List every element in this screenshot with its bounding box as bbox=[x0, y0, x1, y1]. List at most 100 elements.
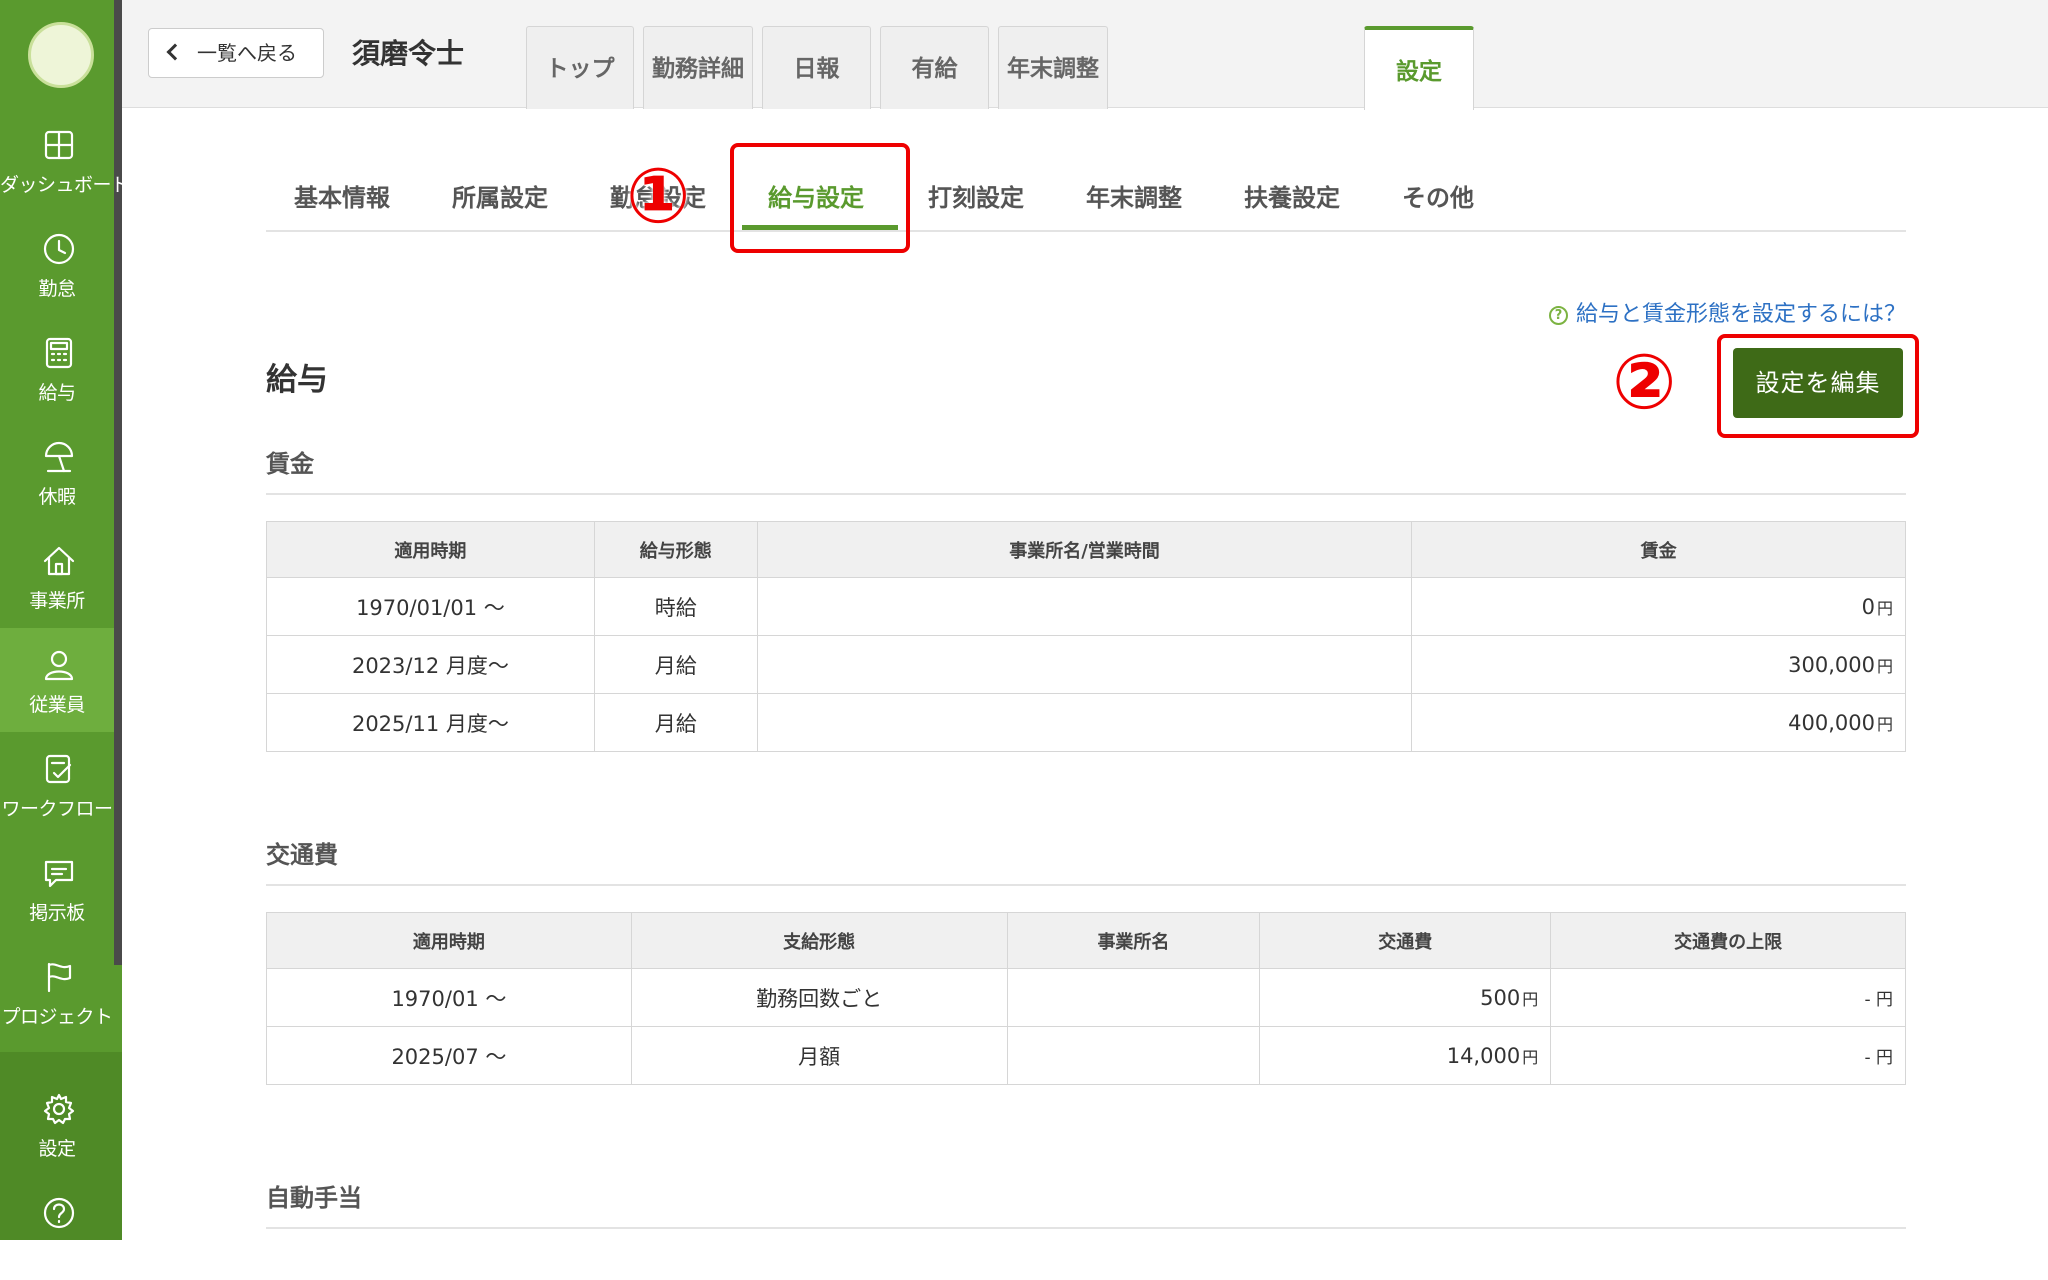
yen-unit: 円 bbox=[1876, 598, 1893, 618]
clock-icon bbox=[43, 233, 75, 265]
app-logo[interactable] bbox=[28, 22, 94, 88]
sidebar-item-label: 給与 bbox=[38, 382, 76, 404]
sidebar-item-label: 休暇 bbox=[38, 486, 76, 508]
page-heading: 給与 bbox=[266, 362, 328, 398]
table-row: 2023/12 月度〜 月給 300,000 円 bbox=[266, 635, 1906, 694]
tab-top[interactable]: トップ bbox=[526, 26, 634, 109]
cell-pay-type: 月給 bbox=[593, 693, 758, 752]
section-title-wage: 賃金 bbox=[266, 444, 1906, 495]
help-link[interactable]: ? 給与と賃金形態を設定するには？ bbox=[1548, 296, 1906, 328]
sidebar-item-employees[interactable]: 従業員 bbox=[0, 628, 114, 732]
edit-settings-button[interactable]: 設定を編集 bbox=[1733, 348, 1903, 418]
table-header-row: 適用時期 給与形態 事業所名/営業時間 賃金 bbox=[266, 521, 1906, 578]
subtab-affiliation[interactable]: 所属設定 bbox=[452, 178, 548, 213]
cell-commute-amount: 500 円 bbox=[1259, 968, 1552, 1027]
cell-wage: 300,000 円 bbox=[1411, 635, 1906, 694]
person-icon bbox=[44, 650, 74, 681]
settings-subtabs: 基本情報 所属設定 勤怠設定 給与設定 打刻設定 年末調整 扶養設定 その他 bbox=[266, 160, 1906, 232]
cell-commute-limit: - 円 bbox=[1550, 1026, 1906, 1085]
cell-wage: 400,000 円 bbox=[1411, 693, 1906, 752]
back-to-list-button[interactable]: 一覧へ戻る bbox=[148, 28, 324, 78]
tab-work-details[interactable]: 勤務詳細 bbox=[643, 26, 753, 109]
cell-office bbox=[1006, 1026, 1261, 1085]
sidebar-item-label: ダッシュボード bbox=[0, 174, 130, 196]
gear-icon bbox=[43, 1093, 75, 1125]
calculator-icon bbox=[45, 337, 73, 369]
cell-office bbox=[756, 635, 1413, 694]
cell-payment-type: 勤務回数ごと bbox=[630, 968, 1008, 1027]
tab-paid-leave[interactable]: 有給 bbox=[880, 26, 989, 109]
sidebar-item-payroll[interactable]: 給与 bbox=[0, 316, 114, 420]
section-title-commute: 交通費 bbox=[266, 835, 1906, 886]
sidebar: ダッシュボード 勤怠 給与 休暇 事業所 従業員 ワークフロー 掲示板 プロジェ… bbox=[0, 0, 130, 1264]
sidebar-item-settings[interactable]: 設定 bbox=[0, 1072, 114, 1176]
cell-office bbox=[1006, 968, 1261, 1027]
table-row: 1970/01/01 〜 時給 0円 bbox=[266, 577, 1906, 636]
wage-amount: 300,000 bbox=[1788, 652, 1875, 677]
cell-period: 1970/01 〜 bbox=[266, 968, 632, 1027]
table-header-row: 適用時期 支給形態 事業所名 交通費 交通費の上限 bbox=[266, 912, 1906, 969]
sidebar-item-label: 勤怠 bbox=[38, 278, 76, 300]
back-button-label: 一覧へ戻る bbox=[197, 41, 297, 65]
subtab-timecard[interactable]: 打刻設定 bbox=[928, 178, 1024, 213]
sidebar-item-office[interactable]: 事業所 bbox=[0, 524, 114, 628]
subtab-basic-info[interactable]: 基本情報 bbox=[294, 178, 390, 213]
sidebar-item-label: 事業所 bbox=[29, 590, 85, 612]
tab-year-end[interactable]: 年末調整 bbox=[998, 26, 1108, 109]
sidebar-item-help[interactable]: ヘルプ bbox=[0, 1176, 114, 1280]
column-header: 給与形態 bbox=[593, 521, 758, 578]
column-header: 事業所名/営業時間 bbox=[756, 521, 1413, 578]
home-icon bbox=[43, 546, 75, 576]
annotation-step-2: ② bbox=[1612, 337, 1677, 426]
yen-unit: 円 bbox=[1522, 989, 1539, 1009]
subtab-year-end[interactable]: 年末調整 bbox=[1086, 178, 1182, 213]
subtab-other[interactable]: その他 bbox=[1402, 178, 1474, 213]
sidebar-item-workflow[interactable]: ワークフロー bbox=[0, 732, 114, 836]
cell-period: 2025/07 〜 bbox=[266, 1026, 632, 1085]
cell-wage: 0円 bbox=[1411, 577, 1906, 636]
dashboard-icon bbox=[44, 130, 74, 160]
sidebar-item-dashboard[interactable]: ダッシュボード bbox=[0, 108, 130, 212]
table-row: 2025/07 〜 月額 14,000 円 - 円 bbox=[266, 1026, 1906, 1085]
cell-office bbox=[756, 693, 1413, 752]
help-link-text: 給与と賃金形態を設定するには？ bbox=[1575, 302, 1906, 327]
table-row: 2025/11 月度〜 月給 400,000 円 bbox=[266, 693, 1906, 752]
sidebar-item-label: プロジェクト bbox=[1, 1006, 113, 1028]
sidebar-item-attendance[interactable]: 勤怠 bbox=[0, 212, 114, 316]
message-board-icon bbox=[44, 860, 74, 888]
sidebar-item-board[interactable]: 掲示板 bbox=[0, 836, 114, 940]
cell-commute-amount: 14,000 円 bbox=[1259, 1026, 1552, 1085]
yen-unit: 円 bbox=[1876, 714, 1893, 734]
column-header: 支給形態 bbox=[630, 912, 1008, 969]
top-bar: 一覧へ戻る 須磨令士 トップ 勤務詳細 日報 有給 年末調整 設定 bbox=[122, 0, 2048, 110]
cell-period: 2025/11 月度〜 bbox=[266, 693, 595, 752]
cell-office bbox=[756, 577, 1413, 636]
column-header: 適用時期 bbox=[266, 521, 595, 578]
sidebar-scrollbar[interactable] bbox=[114, 0, 122, 965]
commute-amount: 500 bbox=[1480, 985, 1521, 1010]
sidebar-bottom: 設定 ヘルプ bbox=[0, 1052, 122, 1264]
chevron-left-icon bbox=[166, 43, 184, 61]
annotation-highlight-subtab bbox=[730, 143, 910, 253]
wage-table: 適用時期 給与形態 事業所名/営業時間 賃金 1970/01/01 〜 時給 0… bbox=[266, 521, 1906, 752]
beach-umbrella-icon bbox=[44, 441, 74, 473]
commute-table: 適用時期 支給形態 事業所名 交通費 交通費の上限 1970/01 〜 勤務回数… bbox=[266, 912, 1906, 1085]
cell-period: 2023/12 月度〜 bbox=[266, 635, 595, 694]
sidebar-item-label: ヘルプ bbox=[29, 1242, 85, 1264]
sidebar-item-leave[interactable]: 休暇 bbox=[0, 420, 114, 524]
cell-pay-type: 月給 bbox=[593, 635, 758, 694]
cell-payment-type: 月額 bbox=[630, 1026, 1008, 1085]
tab-settings[interactable]: 設定 bbox=[1364, 26, 1474, 110]
subtab-dependents[interactable]: 扶養設定 bbox=[1244, 178, 1340, 213]
sidebar-item-project[interactable]: プロジェクト bbox=[0, 940, 114, 1044]
column-header: 交通費 bbox=[1259, 912, 1552, 969]
section-title-auto-allowance: 自動手当 bbox=[266, 1178, 1906, 1229]
employee-name: 須磨令士 bbox=[352, 37, 465, 70]
cell-commute-limit: - 円 bbox=[1550, 968, 1906, 1027]
tab-daily-report[interactable]: 日報 bbox=[762, 26, 871, 109]
column-header: 事業所名 bbox=[1006, 912, 1261, 969]
question-icon: ? bbox=[1548, 306, 1568, 325]
column-header: 賃金 bbox=[1411, 521, 1906, 578]
cell-period: 1970/01/01 〜 bbox=[266, 577, 595, 636]
flag-icon bbox=[47, 962, 72, 993]
